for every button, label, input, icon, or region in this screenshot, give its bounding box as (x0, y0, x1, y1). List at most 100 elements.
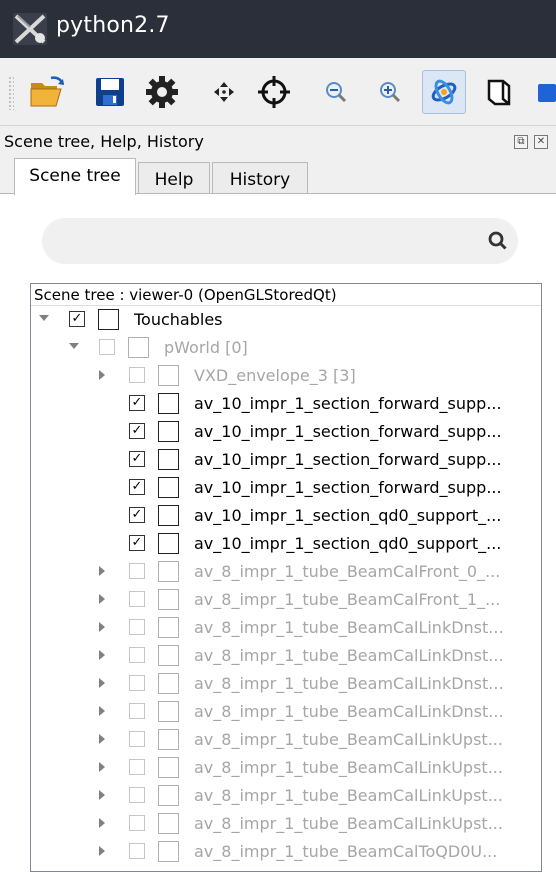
visibility-checkbox[interactable] (129, 787, 145, 803)
visibility-checkbox[interactable] (129, 563, 145, 579)
visibility-checkbox[interactable] (129, 367, 145, 383)
tree-row[interactable]: av_8_impr_1_tube_BeamCalLinkUpst... (31, 810, 541, 838)
color-icon (538, 84, 556, 102)
visibility-checkbox[interactable] (129, 815, 145, 831)
rotate-button[interactable] (422, 70, 466, 114)
tab-scene-tree[interactable]: Scene tree (14, 158, 136, 195)
visibility-checkbox[interactable]: ✓ (69, 311, 85, 327)
color-swatch[interactable] (158, 533, 179, 554)
search-icon[interactable] (486, 229, 510, 253)
expand-down-arrow-icon[interactable] (69, 343, 79, 349)
color-swatch[interactable] (98, 309, 119, 330)
tree-item-label: pWorld [0] (164, 338, 248, 357)
tree-row[interactable]: av_8_impr_1_tube_BeamCalLinkUpst... (31, 726, 541, 754)
visibility-checkbox[interactable]: ✓ (129, 507, 145, 523)
color-button[interactable] (528, 70, 556, 114)
tree-row[interactable]: VXD_envelope_3 [3] (31, 362, 541, 390)
tree-row[interactable]: av_8_impr_1_tube_BeamCalLinkDnst... (31, 614, 541, 642)
tree-row[interactable]: ✓ av_10_impr_1_section_forward_supp... (31, 418, 541, 446)
tree-row[interactable]: av_8_impr_1_tube_BeamCalLinkDnst... (31, 698, 541, 726)
open-button[interactable] (26, 70, 70, 114)
visibility-checkbox[interactable]: ✓ (129, 395, 145, 411)
search-input[interactable] (42, 218, 518, 264)
color-swatch[interactable] (158, 701, 179, 722)
color-swatch[interactable] (158, 813, 179, 834)
color-swatch[interactable] (158, 421, 179, 442)
visibility-checkbox[interactable] (129, 619, 145, 635)
tree-row[interactable]: av_8_impr_1_tube_BeamCalToQD0U... (31, 838, 541, 866)
tree-row[interactable]: av_8_impr_1_tube_BeamCalFront_1_... (31, 586, 541, 614)
visibility-checkbox[interactable]: ✓ (129, 535, 145, 551)
tree-row[interactable]: av_8_impr_1_tube_BeamCalLinkUpst... (31, 782, 541, 810)
expand-right-arrow-icon[interactable] (99, 734, 105, 744)
color-swatch[interactable] (158, 841, 179, 862)
expand-right-arrow-icon[interactable] (99, 650, 105, 660)
dock-close-button[interactable]: ✕ (534, 135, 548, 149)
tree-row[interactable]: av_8_impr_1_tube_BeamCalFront_0_... (31, 558, 541, 586)
color-swatch[interactable] (158, 785, 179, 806)
color-swatch[interactable] (158, 393, 179, 414)
move-icon (214, 82, 234, 102)
move-button[interactable] (202, 70, 246, 114)
expand-right-arrow-icon[interactable] (99, 846, 105, 856)
tab-help[interactable]: Help (138, 162, 210, 194)
expand-right-arrow-icon[interactable] (99, 706, 105, 716)
expand-down-arrow-icon[interactable] (39, 315, 49, 321)
tree-row[interactable]: av_8_impr_1_tube_BeamCalLinkDnst... (31, 642, 541, 670)
visibility-checkbox[interactable] (129, 843, 145, 859)
settings-button[interactable] (140, 70, 184, 114)
zoom-in-button[interactable] (368, 70, 412, 114)
visibility-checkbox[interactable] (129, 731, 145, 747)
expand-right-arrow-icon[interactable] (99, 790, 105, 800)
expand-right-arrow-icon[interactable] (99, 762, 105, 772)
expand-right-arrow-icon[interactable] (99, 566, 105, 576)
color-swatch[interactable] (158, 589, 179, 610)
visibility-checkbox[interactable] (129, 647, 145, 663)
expand-right-arrow-icon[interactable] (99, 818, 105, 828)
tree-row[interactable]: ✓ av_10_impr_1_section_qd0_support_... (31, 530, 541, 558)
color-swatch[interactable] (158, 617, 179, 638)
tree-row[interactable]: pWorld [0] (31, 334, 541, 362)
tree-row[interactable]: ✓ av_10_impr_1_section_forward_supp... (31, 474, 541, 502)
tree-row[interactable]: ✓ av_10_impr_1_section_forward_supp... (31, 446, 541, 474)
expand-right-arrow-icon[interactable] (99, 678, 105, 688)
color-swatch[interactable] (158, 449, 179, 470)
target-button[interactable] (252, 70, 296, 114)
expand-right-arrow-icon[interactable] (99, 370, 105, 380)
expand-right-arrow-icon[interactable] (99, 594, 105, 604)
color-swatch[interactable] (158, 365, 179, 386)
tree-row[interactable]: av_8_impr_1_tube_BeamCalLinkUpst... (31, 754, 541, 782)
color-swatch[interactable] (158, 673, 179, 694)
tree-item-label: Touchables (134, 310, 223, 329)
visibility-checkbox[interactable] (129, 759, 145, 775)
tree-row[interactable]: ✓ av_10_impr_1_section_forward_supp... (31, 390, 541, 418)
tree-row[interactable]: ✓ Touchables (31, 306, 541, 334)
tree-item-label: av_8_impr_1_tube_BeamCalLinkUpst... (194, 730, 503, 749)
visibility-checkbox[interactable]: ✓ (129, 451, 145, 467)
visibility-checkbox[interactable]: ✓ (129, 423, 145, 439)
perspective-button[interactable] (478, 70, 522, 114)
tab-history[interactable]: History (212, 162, 308, 194)
color-swatch[interactable] (158, 505, 179, 526)
visibility-checkbox[interactable] (99, 339, 115, 355)
color-swatch[interactable] (158, 561, 179, 582)
toolbar-grip[interactable] (8, 76, 14, 110)
app-icon (13, 13, 47, 45)
color-swatch[interactable] (158, 729, 179, 750)
tree-row[interactable]: av_8_impr_1_tube_BeamCalLinkDnst... (31, 670, 541, 698)
save-button[interactable] (88, 70, 132, 114)
visibility-checkbox[interactable] (129, 675, 145, 691)
color-swatch[interactable] (128, 337, 149, 358)
dock-float-button[interactable]: ⧉ (514, 135, 528, 149)
tree-item-label: av_8_impr_1_tube_BeamCalLinkUpst... (194, 758, 503, 777)
visibility-checkbox[interactable]: ✓ (129, 479, 145, 495)
tree-row[interactable]: ✓ av_10_impr_1_section_qd0_support_... (31, 502, 541, 530)
color-swatch[interactable] (158, 645, 179, 666)
color-swatch[interactable] (158, 477, 179, 498)
zoom-out-button[interactable] (314, 70, 358, 114)
visibility-checkbox[interactable] (129, 703, 145, 719)
visibility-checkbox[interactable] (129, 591, 145, 607)
color-swatch[interactable] (158, 757, 179, 778)
tree-item-label: av_10_impr_1_section_forward_supp... (194, 478, 502, 497)
expand-right-arrow-icon[interactable] (99, 622, 105, 632)
